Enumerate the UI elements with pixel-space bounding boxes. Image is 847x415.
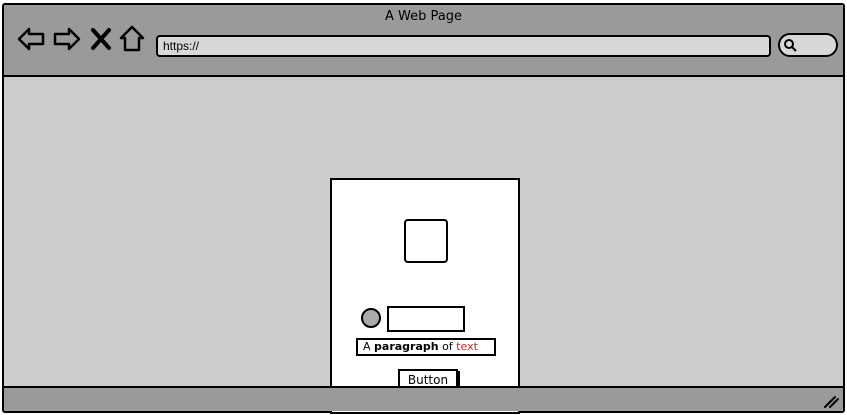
resize-grip-icon[interactable] bbox=[823, 393, 839, 409]
paragraph-bold: paragraph bbox=[374, 340, 439, 353]
image-placeholder bbox=[404, 219, 448, 263]
back-arrow-icon[interactable] bbox=[17, 25, 45, 53]
window-title: A Web Page bbox=[385, 9, 462, 24]
paragraph-middle: of bbox=[438, 340, 457, 353]
page-content: A paragraph of text Button bbox=[4, 77, 843, 414]
forward-arrow-icon[interactable] bbox=[53, 25, 81, 53]
content-card: A paragraph of text Button bbox=[330, 178, 520, 414]
close-icon[interactable] bbox=[90, 25, 112, 53]
browser-window: A Web Page A paragraph of text Button bbox=[2, 3, 845, 414]
status-bar bbox=[4, 386, 843, 411]
text-input[interactable] bbox=[387, 306, 465, 332]
address-bar[interactable] bbox=[156, 35, 771, 57]
home-icon[interactable] bbox=[118, 25, 146, 53]
search-icon bbox=[784, 39, 797, 52]
browser-toolbar: A Web Page bbox=[4, 5, 843, 77]
radio-button[interactable] bbox=[361, 308, 381, 328]
search-field[interactable] bbox=[778, 33, 838, 57]
paragraph-prefix: A bbox=[363, 340, 375, 353]
paragraph-text: A paragraph of text bbox=[356, 338, 496, 356]
paragraph-red: text bbox=[456, 340, 478, 353]
